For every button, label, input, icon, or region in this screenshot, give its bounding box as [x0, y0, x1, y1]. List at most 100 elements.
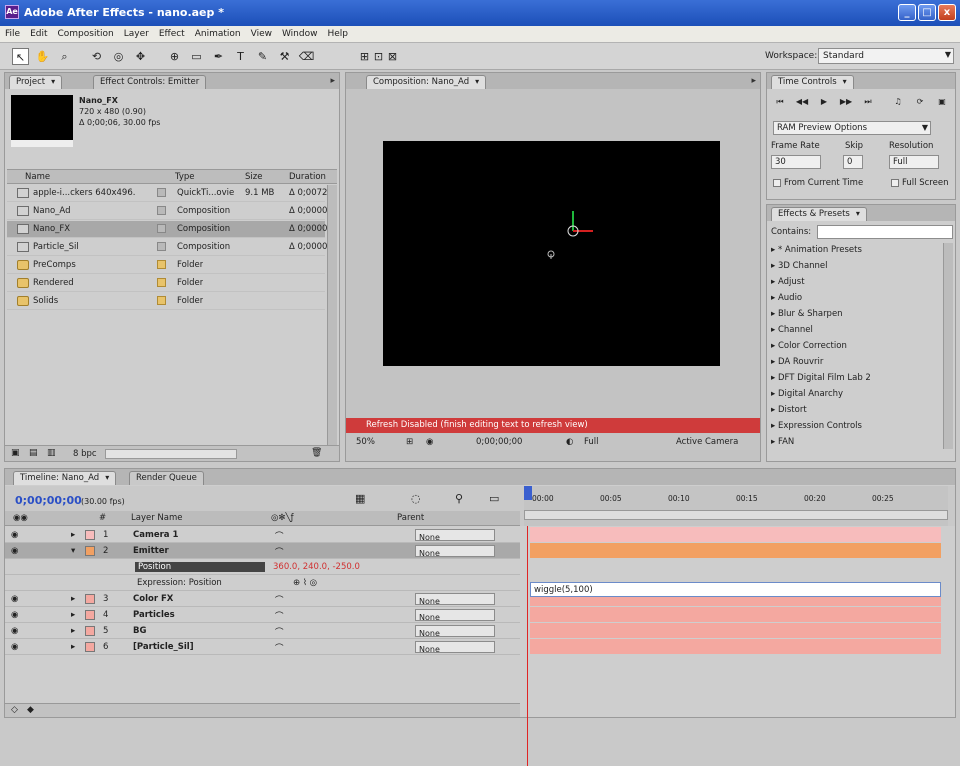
effects-list-item[interactable]: ▸ Channel — [771, 325, 813, 335]
layer-duration-bar[interactable] — [530, 639, 941, 654]
parent-select[interactable]: None — [415, 609, 495, 622]
panel-menu-icon[interactable]: ▸ — [330, 76, 335, 86]
effects-list-item[interactable]: ▸ DFT Digital Film Lab 2 — [771, 373, 871, 383]
rotate-tool-icon[interactable]: ⟲ — [88, 48, 105, 65]
property-name[interactable]: Position — [135, 562, 265, 572]
toggle-modes-icon[interactable]: ◆ — [27, 705, 34, 715]
full-screen-checkbox[interactable] — [891, 179, 899, 187]
disclosure-triangle-icon[interactable]: ▸ — [771, 325, 778, 335]
timeline-timecode[interactable]: 0;00;00;00 — [15, 494, 82, 507]
menu-composition[interactable]: Composition — [53, 26, 119, 39]
layer-row[interactable]: ◉ ▾ 2 Emitter ⌒ None — [5, 543, 520, 559]
layer-name[interactable]: Camera 1 — [133, 530, 178, 540]
layer-row[interactable]: ◉ ▸ 4 Particles ⌒ None — [5, 607, 520, 623]
col-size[interactable]: Size — [245, 172, 262, 182]
time-ruler[interactable]: 00:00 00:05 00:10 00:15 00:20 00:25 — [524, 486, 948, 526]
col-layer-name[interactable]: Layer Name — [131, 513, 182, 523]
brush-tool-icon[interactable]: ✎ — [254, 48, 271, 65]
bit-depth-label[interactable]: 8 bpc — [73, 449, 97, 459]
next-frame-icon[interactable]: ▶▶ — [839, 95, 853, 109]
first-frame-icon[interactable]: ⏮ — [773, 95, 787, 109]
zoom-tool-icon[interactable]: ⌕ — [56, 48, 73, 65]
layer-row[interactable]: ◉ ▸ 3 Color FX ⌒ None — [5, 591, 520, 607]
eye-visibility-icon[interactable]: ◉ — [11, 546, 18, 556]
hand-tool-icon[interactable]: ✋ — [34, 48, 51, 65]
disclosure-triangle-icon[interactable]: ▸ — [771, 245, 778, 255]
effects-list-item[interactable]: ▸ Distort — [771, 405, 807, 415]
property-row-position[interactable]: Position 360.0, 240.0, -250.0 — [5, 559, 520, 575]
menu-help[interactable]: Help — [322, 26, 353, 39]
project-scrollbar[interactable] — [327, 185, 337, 447]
layer-name[interactable]: Color FX — [133, 594, 173, 604]
effects-list-item[interactable]: ▸ FAN — [771, 437, 794, 447]
shy-switch-icon[interactable]: ⌒ — [275, 530, 284, 542]
resolution-select[interactable]: Full — [584, 437, 599, 447]
shy-switch-icon[interactable]: ⌒ — [275, 626, 284, 638]
play-icon[interactable]: ▶ — [817, 95, 831, 109]
menu-edit[interactable]: Edit — [25, 26, 52, 39]
shy-switch-icon[interactable]: ⌒ — [275, 642, 284, 654]
effects-list-item[interactable]: ▸ Expression Controls — [771, 421, 862, 431]
track-tool-icon[interactable]: ✥ — [132, 48, 149, 65]
disclosure-triangle-icon[interactable]: ▸ — [771, 261, 778, 271]
menu-window[interactable]: Window — [277, 26, 323, 39]
resolution-select[interactable]: Full — [889, 155, 939, 169]
effects-list-item[interactable]: ▸ Adjust — [771, 277, 805, 287]
disclosure-triangle-icon[interactable]: ▸ — [771, 405, 778, 415]
previous-frame-icon[interactable]: ◀◀ — [795, 95, 809, 109]
tab-render-queue[interactable]: Render Queue — [129, 471, 204, 485]
loop-icon[interactable]: ⟳ — [913, 95, 927, 109]
layer-duration-bar[interactable] — [530, 607, 941, 622]
disclosure-triangle-icon[interactable]: ▸ — [771, 293, 778, 303]
last-frame-icon[interactable]: ⏭ — [861, 95, 875, 109]
parent-select[interactable]: None — [415, 545, 495, 558]
show-channel-icon[interactable]: ◐ — [566, 437, 573, 447]
effects-list-item[interactable]: ▸ DA Rouvrir — [771, 357, 823, 367]
layer-twirl-icon[interactable]: ▸ — [71, 530, 75, 540]
motion-blur-icon[interactable]: ◌ — [411, 492, 421, 505]
effects-scrollbar[interactable] — [943, 243, 953, 449]
label-color-swatch[interactable] — [157, 242, 166, 251]
parent-select[interactable]: None — [415, 641, 495, 654]
new-comp-icon[interactable]: ▥ — [47, 448, 56, 458]
disclosure-triangle-icon[interactable]: ▸ — [771, 341, 778, 351]
layer-row[interactable]: ◉ ▸ 1 Camera 1 ⌒ None — [5, 527, 520, 543]
project-row[interactable]: Solids Folder — [7, 293, 325, 310]
label-color-swatch[interactable] — [157, 188, 166, 197]
tab-time-controls[interactable]: Time Controls ▾ — [771, 75, 854, 89]
workspace-select[interactable]: Standard ▼ — [818, 48, 954, 64]
effects-list-item[interactable]: ▸ Digital Anarchy — [771, 389, 843, 399]
project-row[interactable]: Particle_Sil Composition Δ 0;0000 — [7, 239, 327, 256]
zoom-level[interactable]: 50% — [356, 437, 375, 447]
pen-tool-icon[interactable]: ✒ — [210, 48, 227, 65]
eye-visibility-icon[interactable]: ◉ — [11, 530, 18, 540]
effects-list-item[interactable]: ▸ 3D Channel — [771, 261, 828, 271]
eye-visibility-icon[interactable]: ◉ — [11, 610, 18, 620]
layer-twirl-icon[interactable]: ▸ — [71, 642, 75, 652]
eye-visibility-icon[interactable]: ◉ — [11, 594, 18, 604]
eye-visibility-icon[interactable]: ◉ — [11, 626, 18, 636]
disclosure-triangle-icon[interactable]: ▸ — [771, 357, 778, 367]
effects-list-item[interactable]: ▸ Color Correction — [771, 341, 847, 351]
mask-tool-icon[interactable]: ▭ — [188, 48, 205, 65]
layer-duration-bar[interactable] — [530, 543, 941, 558]
col-parent[interactable]: Parent — [397, 513, 424, 523]
preview-options-select[interactable]: RAM Preview Options ▼ — [773, 121, 931, 135]
layer-twirl-icon[interactable]: ▸ — [71, 594, 75, 604]
layer-name[interactable]: Emitter — [133, 546, 169, 556]
effects-list-item[interactable]: ▸ * Animation Presets — [771, 245, 862, 255]
view-axis-icon[interactable]: ⊠ — [384, 48, 401, 65]
label-color-swatch[interactable] — [157, 296, 166, 305]
effects-list-item[interactable]: ▸ Blur & Sharpen — [771, 309, 843, 319]
menu-layer[interactable]: Layer — [119, 26, 154, 39]
layer-label-swatch[interactable] — [85, 642, 95, 652]
col-type[interactable]: Type — [175, 172, 195, 182]
pan-behind-tool-icon[interactable]: ⊕ — [166, 48, 183, 65]
current-time-indicator-icon[interactable] — [524, 486, 532, 500]
trash-icon[interactable]: 🗑 — [311, 448, 322, 458]
label-color-swatch[interactable] — [157, 260, 166, 269]
layer-twirl-icon[interactable]: ▸ — [71, 626, 75, 636]
eraser-tool-icon[interactable]: ⌫ — [298, 48, 315, 65]
menu-animation[interactable]: Animation — [190, 26, 246, 39]
property-value[interactable]: 360.0, 240.0, -250.0 — [273, 562, 360, 572]
